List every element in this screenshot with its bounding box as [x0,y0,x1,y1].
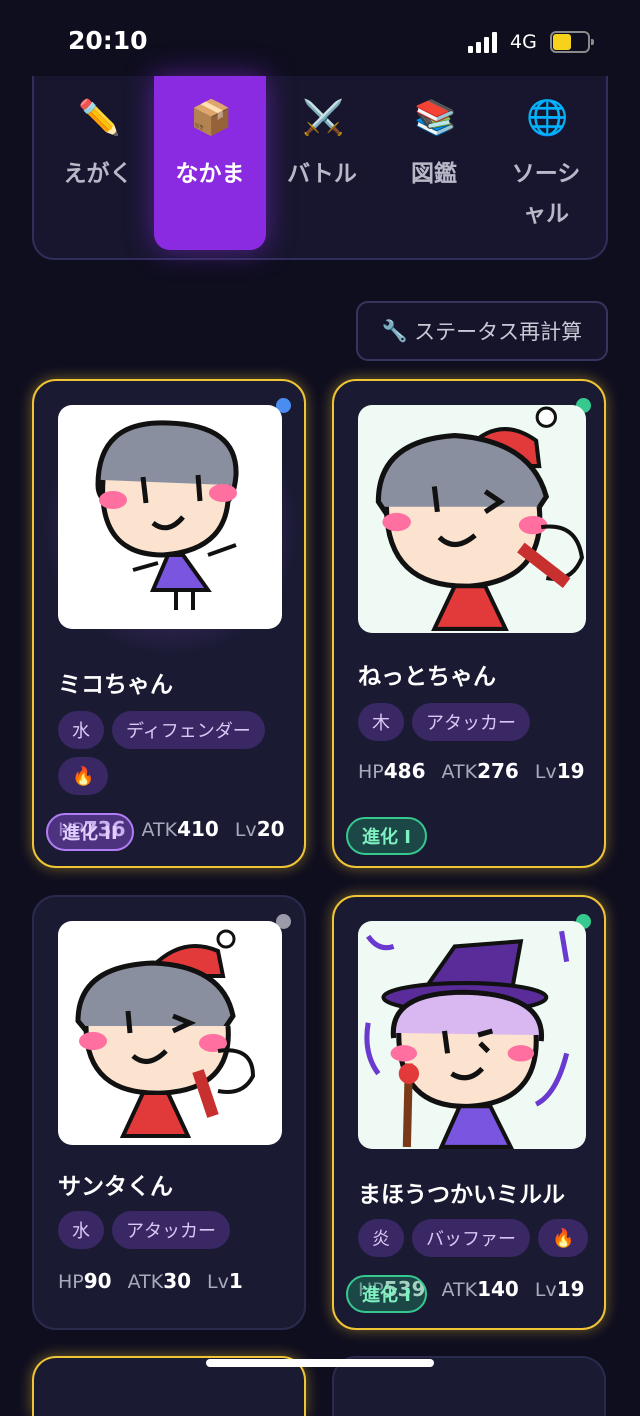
status-time: 20:10 [68,26,148,55]
creature-tags: 水 ディフェンダー 🔥 [58,711,290,795]
creature-name: ねっとちゃん [358,664,496,690]
role-tag: アタッカー [412,703,530,741]
nav-tab-label: なかま [175,161,245,187]
role-tag: バッファー [412,1219,530,1257]
creature-card[interactable]: サンタくん 水 アタッカー HP90 ATK30 Lv1 [32,895,306,1330]
network-type: 4G [510,31,537,53]
hp-stat: HP90 [58,1269,112,1293]
evolution-badge: 進化 I [346,1275,427,1313]
recalculate-stats-button[interactable]: 🔧 ステータス再計算 [356,301,608,361]
creature-drawing [58,405,282,629]
fire-icon: 🔥 [538,1219,589,1257]
nav-tab-friends[interactable]: 📦 なかま [154,76,266,250]
nav-tab-draw[interactable]: ✏️ えがく [42,76,154,250]
hp-stat: HP486 [358,759,426,783]
nav-tab-social[interactable]: 🌐 ソーシャル [490,76,602,250]
creature-name: まほうつかいミルル [358,1182,565,1208]
evolution-badge: 進化 I [346,817,427,855]
creature-tags: 炎 バッファー 🔥 [358,1219,590,1257]
creature-drawing [358,405,586,633]
status-bar: 20:10 4G [0,0,640,80]
creature-stats: HP486 ATK276 Lv19 [358,759,585,783]
role-tag: アタッカー [112,1211,230,1249]
atk-stat: ATK140 [441,1277,519,1301]
recalculate-stats-label: ステータス再計算 [414,320,583,344]
home-indicator[interactable] [206,1359,434,1367]
level-stat: Lv20 [234,817,285,841]
books-icon: 📚 [414,98,457,138]
element-tag: 炎 [358,1219,404,1257]
nav-tab-label: えがく [63,161,133,187]
nav-tab-battle[interactable]: ⚔️ バトル [266,76,378,250]
creature-stats: HP90 ATK30 Lv1 [58,1269,243,1293]
element-tag: 木 [358,703,404,741]
creature-tags: 木 アタッカー [358,703,590,741]
creature-name: サンタくん [58,1174,173,1200]
atk-stat: ATK276 [441,759,519,783]
globe-icon: 🌐 [526,98,569,138]
creature-drawing [358,921,586,1149]
main-nav: ✏️ えがく 📦 なかま ⚔️ バトル 📚 図鑑 🌐 ソーシャル [32,76,608,260]
signal-icon [468,31,502,53]
element-tag: 水 [58,1211,104,1249]
fire-icon: 🔥 [58,757,109,795]
creature-card[interactable]: ミコちゃん 水 ディフェンダー 🔥 HP736 ATK410 Lv20 進化 I… [32,379,306,868]
creature-drawing [58,921,282,1145]
element-tag: 水 [58,711,104,749]
evolution-badge: 進化 II [46,813,134,851]
pencil-icon: ✏️ [78,98,121,138]
nav-tab-encyclopedia[interactable]: 📚 図鑑 [378,76,490,250]
wrench-icon: 🔧 [381,318,409,343]
box-icon: 📦 [190,98,233,138]
battery-icon [550,31,594,53]
level-stat: Lv19 [534,759,585,783]
atk-stat: ATK410 [141,817,219,841]
level-stat: Lv1 [207,1269,243,1293]
atk-stat: ATK30 [127,1269,192,1293]
creature-name: ミコちゃん [58,672,173,698]
level-stat: Lv19 [534,1277,585,1301]
creature-card[interactable]: ねっとちゃん 木 アタッカー HP486 ATK276 Lv19 進化 I [332,379,606,868]
creature-card[interactable]: まほうつかいミルル 炎 バッファー 🔥 HP539 ATK140 Lv19 進化… [332,895,606,1330]
nav-tab-label: ソーシャル [511,161,581,227]
nav-tab-label: バトル [287,161,357,187]
role-tag: ディフェンダー [112,711,265,749]
creature-tags: 水 アタッカー [58,1211,290,1249]
crossed-swords-icon: ⚔️ [302,98,345,138]
nav-tab-label: 図鑑 [411,161,457,187]
